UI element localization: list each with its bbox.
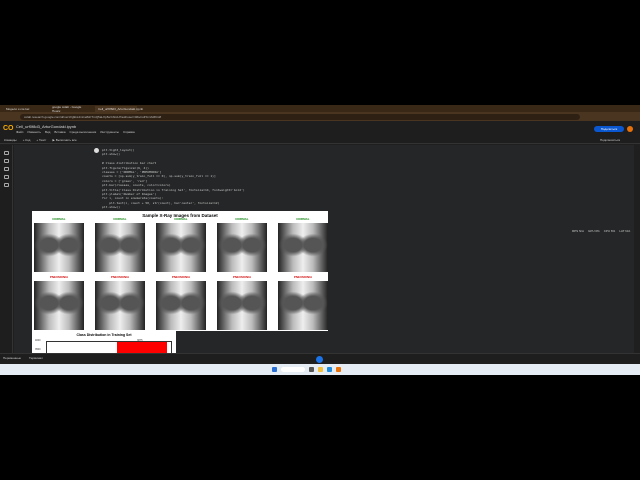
taskview-icon[interactable] [309, 367, 314, 372]
xray-image [278, 281, 328, 330]
code-icon[interactable] [4, 167, 9, 171]
commands-button[interactable]: Команды [4, 138, 17, 142]
browser-tab-active[interactable]: Cell_urf0f8d3_ArturGondaki.ipynb [95, 105, 143, 112]
colab-header: CO Cell_urf0f8d3_ArturGondaki.ipynb Файл… [0, 121, 640, 137]
xray-label: PNEUMONIA [110, 275, 130, 279]
xray-image [217, 223, 267, 272]
xray-image [217, 281, 267, 330]
menu-bar: Файл Изменить Вид Вставка Среда выполнен… [16, 130, 135, 134]
xray-image [156, 223, 206, 272]
xray-label: PNEUMONIA [293, 275, 313, 279]
windows-taskbar [0, 364, 640, 375]
code-cell[interactable]: plt.tight_layout() plt.show() # Class di… [102, 148, 266, 219]
stat: LAT N/A [619, 229, 631, 233]
explorer-icon[interactable] [318, 367, 323, 372]
key-icon[interactable] [4, 175, 9, 179]
stat: RPS N/A [572, 229, 585, 233]
xray-image [34, 281, 84, 330]
terminal-button[interactable]: Терминал [29, 356, 43, 360]
y-tick: 4000 [35, 339, 41, 342]
xray-image [95, 281, 145, 330]
menu-file[interactable]: Файл [16, 130, 23, 134]
stat: GPU 0% [588, 229, 600, 233]
bar-pneumonia [117, 342, 167, 353]
left-sidebar [0, 145, 13, 353]
xray-label: PNEUMONIA [232, 275, 252, 279]
menu-edit[interactable]: Изменить [27, 130, 41, 134]
add-code-button[interactable]: + Код [23, 138, 31, 142]
xray-label: NORMAL [113, 217, 127, 221]
xray-image [156, 281, 206, 330]
y-tick: 3500 [35, 348, 41, 351]
browser-tab[interactable]: google colab - Google Поиск [49, 105, 91, 113]
files-icon[interactable] [4, 183, 9, 187]
menu-view[interactable]: Вид [45, 130, 50, 134]
connect-button[interactable]: Подключиться [600, 138, 620, 142]
edge-icon[interactable] [327, 367, 332, 372]
toc-icon[interactable] [4, 151, 9, 155]
xray-label: NORMAL [235, 217, 249, 221]
taskbar-icons [272, 367, 341, 372]
avatar[interactable] [627, 126, 633, 132]
run-all-button[interactable]: ▶ Выполнить все [53, 138, 77, 142]
run-cell-button[interactable] [94, 148, 99, 153]
url-input[interactable]: colab.research.google.com/drive/1Xg9kL4m… [20, 113, 580, 120]
xray-label: NORMAL [52, 217, 66, 221]
menu-runtime[interactable]: Среда выполнения [70, 130, 97, 134]
start-icon[interactable] [272, 367, 277, 372]
search-box[interactable] [281, 367, 305, 372]
xray-label: PNEUMONIA [49, 275, 69, 279]
xray-image [278, 223, 328, 272]
browser-tab[interactable]: Модели и соглас [3, 106, 45, 112]
gemini-button[interactable] [316, 356, 323, 363]
address-bar: colab.research.google.com/drive/1Xg9kL4m… [0, 112, 640, 121]
menu-tools[interactable]: Инструменты [100, 130, 119, 134]
colab-logo-icon: CO [3, 125, 14, 132]
menu-insert[interactable]: Вставка [54, 130, 65, 134]
class-distribution-chart: Class Distribution in Training Set 4000 … [32, 331, 176, 353]
xray-label: NORMAL [174, 217, 188, 221]
xray-label: PNEUMONIA [171, 275, 191, 279]
stat: CPU 6% [603, 229, 616, 233]
share-button[interactable]: Поделиться [594, 126, 624, 132]
search-icon[interactable] [4, 159, 9, 163]
variables-button[interactable]: Переменные [3, 356, 21, 360]
menu-help[interactable]: Справка [123, 130, 135, 134]
xray-image [95, 223, 145, 272]
browser-tab-bar: Модели и соглас google colab - Google По… [0, 105, 640, 113]
add-text-button[interactable]: + Текст [36, 138, 46, 142]
xray-label: NORMAL [296, 217, 310, 221]
output-figure: Sample X-Ray Images from Dataset NORMAL N… [32, 211, 328, 331]
chart-title: Class Distribution in Training Set [76, 333, 132, 337]
browser-icon[interactable] [336, 367, 341, 372]
notebook-toolbar: Команды + Код + Текст ▶ Выполнить все [0, 137, 640, 144]
notebook-title[interactable]: Cell_urf0f8d3_ArturGondaki.ipynb [16, 124, 76, 129]
xray-image [34, 223, 84, 272]
resource-stats: RPS N/A GPU 0% CPU 6% LAT N/A [572, 229, 630, 233]
